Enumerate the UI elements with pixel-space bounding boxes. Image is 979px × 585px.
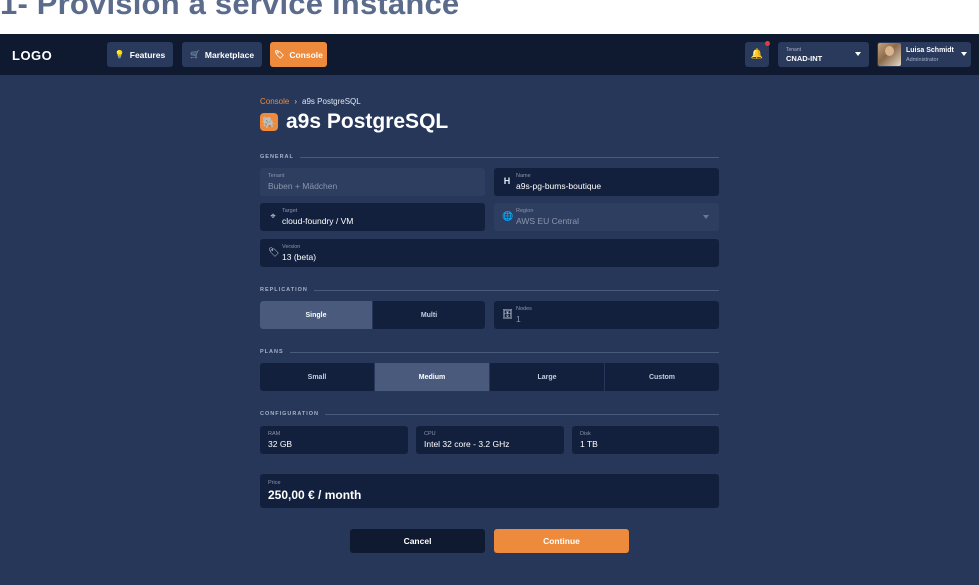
version-field[interactable]: 🏷 Version 13 (beta) — [260, 239, 719, 267]
plan-selector[interactable]: Small Medium Large Custom — [260, 363, 719, 391]
tenant-selector-value: CNAD-INT — [786, 54, 823, 63]
cpu-field-label: CPU — [424, 431, 436, 437]
cpu-field[interactable]: CPU Intel 32 core - 3.2 GHz — [416, 426, 564, 454]
logo[interactable]: LOGO — [12, 48, 52, 63]
tenant-field-value: Buben + Mädchen — [268, 181, 338, 191]
plan-option-custom[interactable]: Custom — [605, 363, 719, 391]
disk-field[interactable]: Disk 1 TB — [572, 426, 719, 454]
section-general-label: GENERAL — [260, 154, 294, 160]
target-field-label: Target — [282, 208, 298, 214]
disk-field-value: 1 TB — [580, 439, 598, 449]
lightbulb-icon: 💡 — [114, 50, 125, 59]
section-general: GENERAL — [260, 153, 719, 161]
divider — [299, 156, 719, 158]
cpu-field-value: Intel 32 core - 3.2 GHz — [424, 439, 510, 449]
title-row: 🐘 a9s PostgreSQL — [260, 110, 448, 134]
tenant-selector-label: Tenant — [786, 47, 802, 53]
tag-icon: 🏷 — [274, 50, 285, 59]
region-select[interactable]: 🌐 Region AWS EU Central — [494, 203, 719, 231]
page-heading: 1- Provision a service instance — [0, 0, 460, 21]
disk-field-label: Disk — [580, 431, 591, 437]
replication-toggle[interactable]: Single Multi — [260, 301, 485, 329]
version-field-label: Version — [282, 244, 301, 250]
replication-option-single[interactable]: Single — [260, 301, 373, 329]
user-role: Administrator — [906, 57, 939, 63]
divider — [289, 351, 719, 353]
tenant-field[interactable]: Tenant Buben + Mädchen — [260, 168, 485, 196]
user-name: Luisa Schmidt — [906, 47, 954, 54]
database-icon: 🗄 — [502, 309, 514, 319]
ram-field-value: 32 GB — [268, 439, 293, 449]
chevron-down-icon — [855, 52, 861, 56]
section-replication-label: REPLICATION — [260, 287, 308, 293]
tenant-field-label: Tenant — [268, 173, 285, 179]
price-value: 250,00 € / month — [268, 488, 362, 502]
nodes-field[interactable]: 🗄 Nodes 1 — [494, 301, 719, 329]
top-navigation-bar: LOGO 💡 Features 🛒 Marketplace 🏷 Console … — [0, 34, 979, 75]
price-label: Price — [268, 480, 281, 486]
nav-marketplace-label: Marketplace — [204, 49, 255, 60]
nav-console-button[interactable]: 🏷 Console — [270, 42, 327, 67]
target-field-value: cloud-foundry / VM — [282, 216, 354, 226]
divider — [313, 289, 719, 291]
nodes-field-value: 1 — [516, 314, 521, 324]
user-menu[interactable]: Luisa Schmidt Administrator — [877, 42, 971, 67]
nav-console-label: Console — [289, 49, 323, 60]
nav-features-button[interactable]: 💡 Features — [107, 42, 173, 67]
tag-icon: 🏷 — [268, 247, 280, 257]
region-select-value: AWS EU Central — [516, 216, 579, 226]
replication-option-multi[interactable]: Multi — [373, 301, 485, 329]
plan-option-medium[interactable]: Medium — [375, 363, 490, 391]
breadcrumb-separator: › — [294, 97, 298, 106]
target-field[interactable]: ⌖ Target cloud-foundry / VM — [260, 203, 485, 231]
app-window: LOGO 💡 Features 🛒 Marketplace 🏷 Console … — [0, 34, 979, 585]
continue-button[interactable]: Continue — [494, 529, 629, 553]
section-configuration-label: CONFIGURATION — [260, 411, 320, 417]
ram-field-label: RAM — [268, 431, 281, 437]
section-replication: REPLICATION — [260, 286, 719, 294]
heading-icon: H — [503, 176, 511, 186]
region-select-label: Region — [516, 208, 534, 214]
price-summary: Price 250,00 € / month — [260, 474, 719, 508]
tenant-selector[interactable]: Tenant CNAD-INT — [778, 42, 869, 67]
ram-field[interactable]: RAM 32 GB — [260, 426, 408, 454]
postgresql-icon: 🐘 — [260, 113, 278, 131]
nav-features-label: Features — [129, 49, 166, 60]
bell-icon: 🔔 — [750, 49, 764, 60]
breadcrumb-console-link[interactable]: Console — [260, 97, 289, 106]
section-plans-label: PLANS — [260, 349, 284, 355]
section-configuration: CONFIGURATION — [260, 410, 719, 418]
nav-marketplace-button[interactable]: 🛒 Marketplace — [182, 42, 262, 67]
plan-option-large[interactable]: Large — [490, 363, 605, 391]
notification-dot — [765, 41, 770, 46]
cancel-button[interactable]: Cancel — [350, 529, 485, 553]
breadcrumb-current: a9s PostgreSQL — [302, 97, 361, 106]
breadcrumb: Console › a9s PostgreSQL — [260, 97, 361, 106]
divider — [325, 413, 719, 415]
name-field-value: a9s-pg-bums-boutique — [516, 181, 602, 191]
cart-icon: 🛒 — [189, 50, 200, 59]
version-field-value: 13 (beta) — [282, 252, 317, 262]
page-title: a9s PostgreSQL — [286, 110, 449, 133]
name-field-label: Name — [516, 173, 531, 179]
avatar — [878, 43, 901, 66]
crosshair-icon: ⌖ — [270, 211, 276, 221]
notifications-button[interactable]: 🔔 — [745, 41, 770, 67]
name-field[interactable]: H Name a9s-pg-bums-boutique — [494, 168, 719, 196]
nodes-field-label: Nodes — [516, 306, 532, 312]
chevron-down-icon — [961, 52, 967, 56]
section-plans: PLANS — [260, 348, 719, 356]
chevron-down-icon — [703, 215, 709, 219]
plan-option-small[interactable]: Small — [260, 363, 375, 391]
globe-icon: 🌐 — [502, 211, 514, 221]
